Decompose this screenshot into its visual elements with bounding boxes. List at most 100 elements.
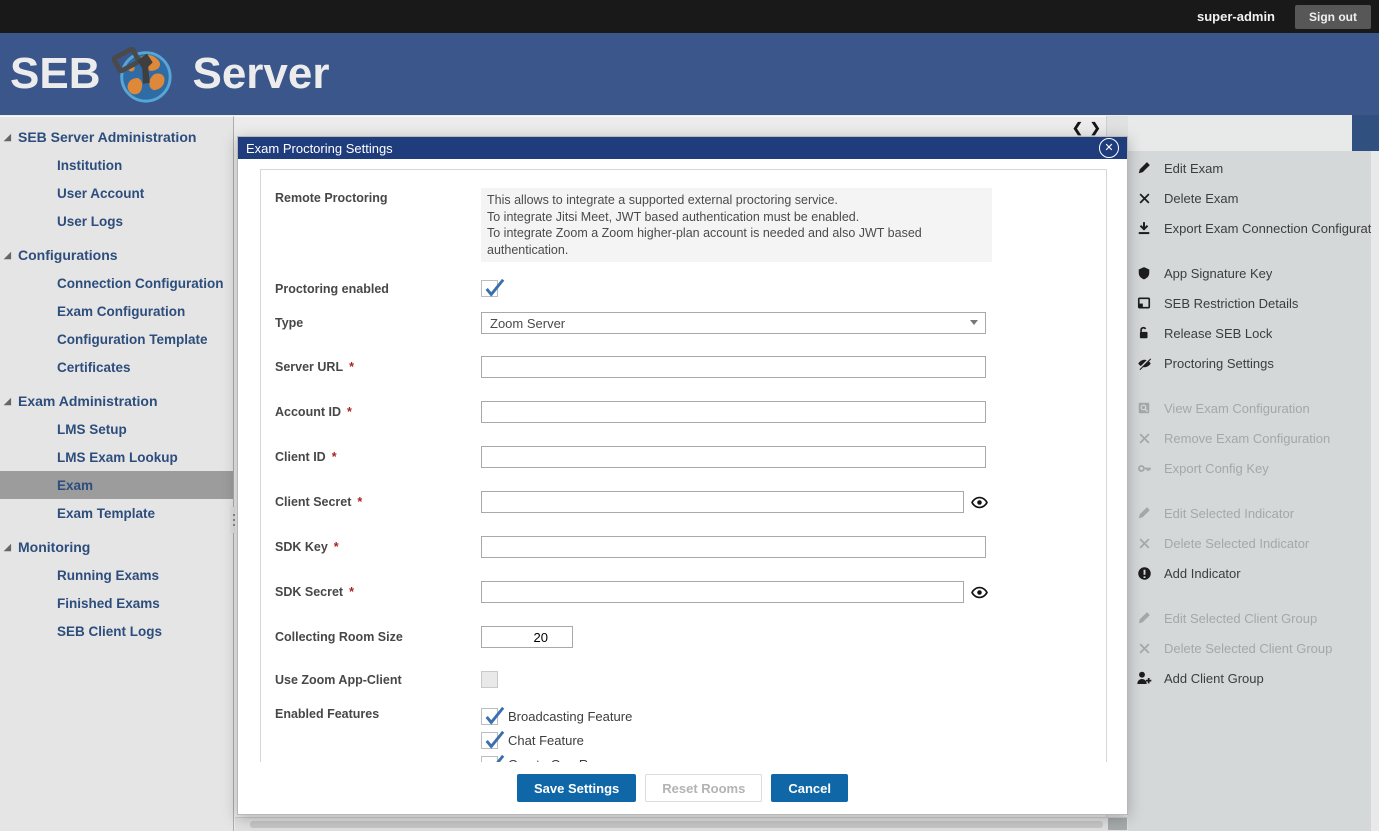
action-label: Remove Exam Configuration (1164, 431, 1330, 446)
use-zoom-app-client-checkbox[interactable] (481, 671, 498, 688)
chevron-down-icon (970, 320, 978, 325)
sidebar-item-label: Running Exams (57, 568, 159, 583)
chevron-left-icon[interactable]: ❮ (1072, 120, 1090, 135)
sidebar-item-label: Institution (57, 158, 122, 173)
horizontal-scrollbar-thumb[interactable] (250, 821, 1103, 828)
action-group: Edit Selected Client GroupDelete Selecte… (1128, 603, 1371, 693)
sidebar-item-lms-setup[interactable]: LMS Setup (0, 415, 233, 443)
sign-out-button[interactable]: Sign out (1295, 5, 1371, 29)
sidebar-item-running-exams[interactable]: Running Exams (0, 561, 233, 589)
action-delete-exam[interactable]: Delete Exam (1128, 183, 1371, 213)
sidebar-item-label: Finished Exams (57, 596, 160, 611)
card-icon (1136, 295, 1152, 311)
scrollbar-corner[interactable] (1108, 818, 1127, 830)
delete-x-icon (1136, 190, 1152, 206)
action-edit-exam[interactable]: Edit Exam (1128, 153, 1371, 183)
action-add-client-group[interactable]: Add Client Group (1128, 663, 1371, 693)
sidebar-item-exam[interactable]: Exam (0, 471, 233, 499)
action-export-exam-connection-configuration[interactable]: Export Exam Connection Configuration (1128, 213, 1371, 243)
sidebar-item-configuration-template[interactable]: Configuration Template (0, 325, 233, 353)
sidebar-item-institution[interactable]: Institution (0, 151, 233, 179)
delete-x-icon (1136, 535, 1152, 551)
action-add-indicator[interactable]: Add Indicator (1128, 558, 1371, 588)
broadcasting-feature-checkbox[interactable] (481, 708, 498, 725)
account-id-input[interactable] (481, 401, 986, 423)
required-marker: * (332, 450, 337, 464)
eye-icon[interactable] (971, 494, 988, 511)
action-label: Export Config Key (1164, 461, 1269, 476)
proctoring-enabled-checkbox[interactable] (481, 280, 498, 297)
action-seb-restriction-details[interactable]: SEB Restriction Details (1128, 288, 1371, 318)
action-proctoring-settings[interactable]: Proctoring Settings (1128, 348, 1371, 378)
logged-in-user: super-admin (1197, 9, 1275, 24)
sidebar-item-connection-configuration[interactable]: Connection Configuration (0, 269, 233, 297)
remote-proctoring-row: Remote Proctoring This allows to integra… (275, 188, 1092, 262)
collecting-room-size-row: Collecting Room Size (275, 626, 1092, 648)
chat-feature-checkbox[interactable] (481, 732, 498, 749)
feature-option: Chat Feature (481, 728, 632, 752)
sidebar-item-label: Certificates (57, 360, 131, 375)
sidebar-item-label: Exam Template (57, 506, 155, 521)
brand-seb: SEB (10, 49, 100, 99)
content-nav-arrows[interactable]: ❮❯ (1072, 120, 1108, 136)
eye-icon[interactable] (971, 584, 988, 601)
required-marker: * (334, 540, 339, 554)
sidebar-item-label: Connection Configuration (57, 276, 223, 291)
close-icon[interactable]: ✕ (1099, 138, 1119, 158)
sidebar-item-seb-server-administration[interactable]: ◢SEB Server Administration (0, 123, 233, 151)
sidebar-item-lms-exam-lookup[interactable]: LMS Exam Lookup (0, 443, 233, 471)
client-id-input[interactable] (481, 446, 986, 468)
tree-expanded-icon[interactable]: ◢ (4, 250, 18, 261)
tree-expanded-icon[interactable]: ◢ (4, 396, 18, 407)
action-release-seb-lock[interactable]: Release SEB Lock (1128, 318, 1371, 348)
sidebar-item-exam-administration[interactable]: ◢Exam Administration (0, 387, 233, 415)
tree-expanded-icon[interactable]: ◢ (4, 542, 18, 553)
client-secret-input[interactable] (481, 491, 964, 513)
person-plus-icon (1136, 670, 1152, 686)
eye-off-icon (1136, 355, 1152, 371)
action-label: Add Indicator (1164, 566, 1241, 581)
dialog-titlebar: Exam Proctoring Settings ✕ (238, 137, 1127, 159)
save-settings-button[interactable]: Save Settings (517, 774, 636, 802)
sidebar-item-user-account[interactable]: User Account (0, 179, 233, 207)
sidebar-item-label: Exam Administration (18, 393, 158, 409)
sidebar-item-certificates[interactable]: Certificates (0, 353, 233, 381)
reset-rooms-button[interactable]: Reset Rooms (645, 774, 762, 802)
server-url-input[interactable] (481, 356, 986, 378)
sdk-secret-input[interactable] (481, 581, 964, 603)
required-marker: * (349, 360, 354, 374)
feature-option: Broadcasting Feature (481, 704, 632, 728)
action-export-config-key: Export Config Key (1128, 453, 1371, 483)
use-zoom-app-client-row: Use Zoom App-Client (275, 671, 1092, 688)
action-group: Edit ExamDelete Exam Export Exam Connecti… (1128, 153, 1371, 243)
collecting-room-size-input[interactable] (481, 626, 573, 648)
sidebar-item-exam-configuration[interactable]: Exam Configuration (0, 297, 233, 325)
account-id-label: Account ID* (275, 405, 481, 419)
tree-expanded-icon[interactable]: ◢ (4, 132, 18, 143)
dialog-title: Exam Proctoring Settings (246, 141, 393, 156)
client-secret-row: Client Secret* (275, 491, 1092, 513)
delete-x-icon (1136, 430, 1152, 446)
sidebar-item-monitoring[interactable]: ◢Monitoring (0, 533, 233, 561)
info-line: To integrate Zoom a Zoom higher-plan acc… (487, 225, 986, 258)
sidebar-item-exam-template[interactable]: Exam Template (0, 499, 233, 527)
action-app-signature-key[interactable]: App Signature Key (1128, 258, 1371, 288)
action-delete-selected-client-group: Delete Selected Client Group (1128, 633, 1371, 663)
sdk-key-input[interactable] (481, 536, 986, 558)
sidebar-item-seb-client-logs[interactable]: SEB Client Logs (0, 617, 233, 645)
action-group: Edit Selected IndicatorDelete Selected I… (1128, 498, 1371, 588)
sidebar-item-user-logs[interactable]: User Logs (0, 207, 233, 235)
banner-corner-block (1352, 115, 1379, 151)
seb-globe-logo-icon (112, 43, 174, 105)
action-label: Export Exam Connection Configuration (1164, 221, 1371, 236)
account-id-row: Account ID* (275, 401, 1092, 423)
horizontal-scrollbar[interactable] (235, 817, 1128, 831)
cancel-button[interactable]: Cancel (771, 774, 848, 802)
type-select[interactable]: Zoom Server (481, 312, 986, 334)
brand-server: Server (192, 49, 329, 99)
action-label: Delete Selected Client Group (1164, 641, 1332, 656)
sidebar-item-finished-exams[interactable]: Finished Exams (0, 589, 233, 617)
required-marker: * (357, 495, 362, 509)
sidebar-item-configurations[interactable]: ◢Configurations (0, 241, 233, 269)
collecting-room-size-label: Collecting Room Size (275, 630, 481, 644)
